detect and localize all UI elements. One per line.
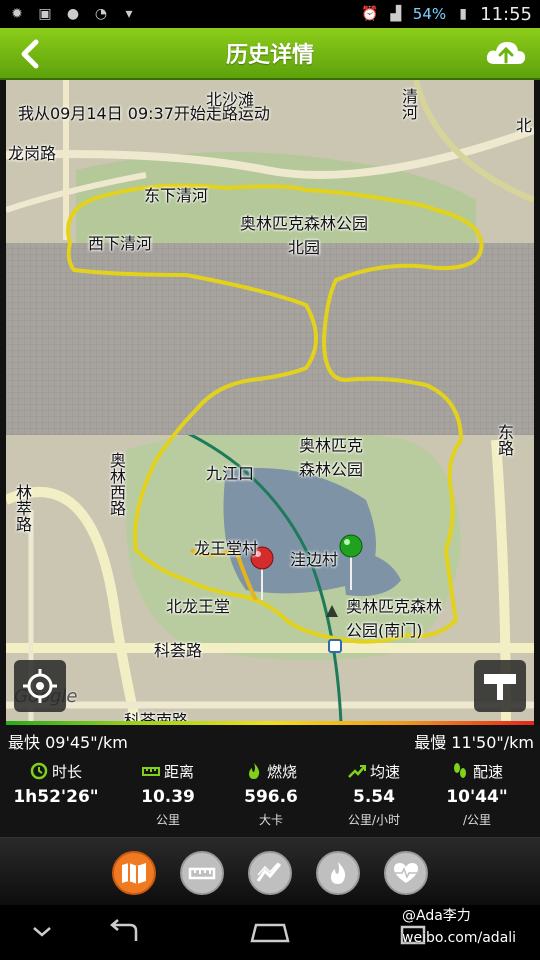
locate-button[interactable] [14,660,66,712]
map-label: 洼边村 [290,550,339,569]
page-title: 历史详情 [225,43,314,68]
trend-icon [348,765,366,778]
flame-icon [331,862,346,884]
metric-distance: 距离 10.39 公里 [118,761,218,828]
metric-value: 596.6 [244,787,298,807]
tab-map[interactable] [112,851,156,895]
flame-icon [248,763,260,779]
back-arrow-icon [21,39,39,69]
map-label: 西下清河 [88,234,153,253]
tab-speed[interactable] [248,851,292,895]
metric-unit: /公里 [462,813,492,827]
tab-heart[interactable] [384,851,428,895]
tab-calorie[interactable] [316,851,360,895]
map-label: 九江口 [206,464,255,483]
gallery-icon: ▣ [38,6,52,22]
map-layer-button[interactable] [474,660,526,712]
metric-value: 10'44" [446,787,508,807]
clock-time: 11:55 [480,3,532,25]
metric-label: 燃烧 [266,762,297,781]
map-label: 科荟路 [154,641,203,660]
map-label: 奥林匹克森林公园(南门) [346,597,443,640]
metric-label: 均速 [369,762,400,781]
metric-value: 10.39 [141,787,195,807]
heart-rate-icon [394,863,418,883]
settings-icon: ✹ [11,6,23,22]
back-icon[interactable] [106,919,146,947]
metric-value: 5.54 [353,787,395,807]
map-label: 北 [516,116,533,135]
battery-icon: ▮ [459,6,467,22]
weibo-watermark: @Ada李力 weibo.com/adali [402,905,532,949]
signal-icon: ▟ [390,6,402,22]
map-label: 奥林西路 [107,452,126,516]
map-label: 清河 [399,88,418,120]
status-bar: ✹ ▣ ● ◔ ▾ ⏰ ▟ 54% ▮ 11:55 [0,0,540,28]
metric-value: 1h52'26" [13,787,99,807]
map-label: 北沙滩 [206,90,255,109]
search-icon: ◔ [94,6,108,22]
ruler-icon [188,867,216,880]
speed-chart-icon [256,862,282,882]
map-label: 东下清河 [144,186,209,205]
slowest-pace: 最慢 11'50"/km [414,733,534,752]
system-nav-bar: @Ada李力 weibo.com/adali [0,905,540,960]
map-label: 奥林匹克森林公园北园 [239,214,368,257]
clock-icon [30,762,48,780]
menu-down-icon[interactable] [30,919,54,943]
signpost-icon [484,674,516,700]
metric-unit: 大卡 [258,813,283,827]
watermark-url: weibo.com/adali [402,930,517,946]
subway-icon [328,639,342,653]
metric-calories: 燃烧 596.6 大卡 [221,761,321,828]
metric-label: 配速 [472,762,503,781]
battery-percent: 54% [412,5,447,23]
metric-label: 时长 [51,762,82,781]
map-label: 龙岗路 [8,144,57,163]
metric-pace: 配速 10'44" /公里 [427,761,527,828]
tab-ruler[interactable] [180,851,224,895]
home-icon[interactable] [250,919,290,947]
metric-label: 距离 [163,762,194,781]
map-label: 北龙王堂 [166,597,231,616]
footsteps-icon [453,763,466,778]
map-label: 林萃路 [13,484,32,532]
gift-icon: ▾ [125,6,133,22]
alarm-icon: ⏰ [361,6,379,22]
app-icon: ● [66,6,80,22]
metric-unit: 公里 [155,813,180,827]
map-label: 东路 [495,424,514,456]
cloud-upload-button[interactable] [484,34,528,74]
metric-avg-speed: 均速 5.54 公里/小时 [324,761,424,828]
fastest-pace: 最快 09'45"/km [8,733,128,752]
map-label: 龙王堂村 [194,539,259,558]
detail-tab-bar [0,837,540,905]
watermark-user: @Ada李力 [402,908,471,924]
map-icon [122,863,146,884]
back-button[interactable] [12,34,52,74]
metric-unit: 公里/小时 [347,813,401,827]
ruler-icon [141,767,160,776]
route-map[interactable]: 我从09月14日 09:37开始走路运动 北沙滩 清河 龙岗路 东下清河 西下清… [6,80,534,723]
cloud-upload-icon [486,42,526,64]
map-label: 奥林匹克森林公园 [298,436,363,479]
metric-duration: 时长 1h52'26" [6,761,106,811]
crosshair-icon [23,669,57,703]
stats-panel: 最快 09'45"/km 最慢 11'50"/km 时长 1h52'26" 距离… [0,725,540,837]
title-bar: 历史详情 [0,28,540,80]
